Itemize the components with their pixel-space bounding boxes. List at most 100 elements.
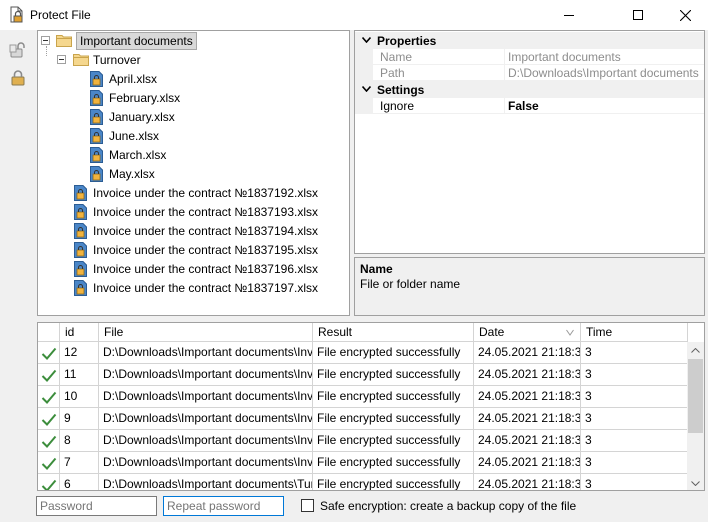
header-cell-check <box>38 323 60 342</box>
property-category[interactable]: Settings <box>355 81 704 98</box>
decrypt-button[interactable] <box>8 40 28 60</box>
tree-node-file[interactable]: March.xlsx <box>90 145 166 164</box>
maximize-icon <box>633 10 643 20</box>
grid-scrollbar[interactable] <box>687 342 704 490</box>
column-header-label: Time <box>586 325 613 339</box>
cell-date: 24.05.2021 21:18:32 <box>474 342 581 364</box>
cell-id: 8 <box>60 430 99 452</box>
results-grid[interactable]: id File Result Date Time 12 D:\Downloads\Impo… <box>37 322 705 491</box>
cell-date: 24.05.2021 21:18:32 <box>474 386 581 408</box>
column-header-label: Date <box>479 325 505 339</box>
chevron-down-icon <box>691 481 700 486</box>
tree-node-turnover[interactable]: Turnover <box>73 50 141 69</box>
cell-date: 24.05.2021 21:18:32 <box>474 408 581 430</box>
cell-id: 9 <box>60 408 99 430</box>
cell-file: D:\Downloads\Important documents\Tur... <box>99 474 313 490</box>
tree-node-file[interactable]: June.xlsx <box>90 126 159 145</box>
description-title: Name <box>360 262 393 276</box>
table-row[interactable]: 9 D:\Downloads\Important documents\Inv...… <box>38 408 688 430</box>
tree-node-file[interactable]: Invoice under the contract №1837192.xlsx <box>74 183 318 202</box>
table-row[interactable]: 10 D:\Downloads\Important documents\Inv..… <box>38 386 688 408</box>
property-row[interactable]: Name Important documents <box>355 49 704 65</box>
cell-time: 3 <box>581 452 688 474</box>
scroll-down-button[interactable] <box>687 475 704 490</box>
property-grid[interactable]: Properties Name Important documents Path D:\… <box>354 30 705 254</box>
scroll-up-button[interactable] <box>687 342 704 359</box>
tree-node-file[interactable]: April.xlsx <box>90 69 157 88</box>
tree-node-file[interactable]: February.xlsx <box>90 88 180 107</box>
title-bar: Protect File <box>0 0 708 30</box>
lock-file-icon <box>8 6 26 24</box>
property-row[interactable]: Path D:\Downloads\Important documents <box>355 65 704 81</box>
window-title: Protect File <box>30 8 91 22</box>
tree-node-label: Invoice under the contract №1837194.xlsx <box>93 223 319 238</box>
column-header-id[interactable]: id <box>60 323 99 342</box>
repeat-password-input[interactable] <box>163 496 284 516</box>
table-row[interactable]: 8 D:\Downloads\Important documents\Inv...… <box>38 430 688 452</box>
property-category[interactable]: Properties <box>355 32 704 49</box>
cell-time: 3 <box>581 474 688 490</box>
tree-node-label: Invoice under the contract №1837197.xlsx <box>93 280 319 295</box>
table-row[interactable]: 12 D:\Downloads\Important documents\Inv..… <box>38 342 688 364</box>
property-value: Important documents <box>508 50 621 64</box>
tree-node-file[interactable]: Invoice under the contract №1837193.xlsx <box>74 202 318 221</box>
tree-node-label: June.xlsx <box>109 128 160 143</box>
close-icon <box>679 9 691 21</box>
cell-result: File encrypted successfully <box>313 364 474 386</box>
encrypted-file-icon <box>90 127 103 144</box>
column-header-time[interactable]: Time <box>581 323 688 342</box>
column-header-label: File <box>104 325 124 339</box>
lock-icon <box>11 70 25 86</box>
property-name: Ignore <box>380 99 415 113</box>
column-header-file[interactable]: File <box>99 323 313 342</box>
encrypted-file-icon <box>90 89 103 106</box>
encrypt-button[interactable] <box>8 68 28 88</box>
tree-node-label: May.xlsx <box>109 166 155 181</box>
property-value[interactable]: False <box>508 99 704 113</box>
chevron-down-icon[interactable] <box>355 84 377 95</box>
cell-file: D:\Downloads\Important documents\Inv... <box>99 408 313 430</box>
tree-node-label: Turnover <box>93 52 141 67</box>
property-gutter <box>355 65 373 81</box>
open-lock-icon <box>9 42 25 58</box>
cell-date: 24.05.2021 21:18:32 <box>474 452 581 474</box>
close-button[interactable] <box>662 0 708 30</box>
collapse-turnover-toggle[interactable] <box>57 55 66 64</box>
table-row[interactable]: 11 D:\Downloads\Important documents\Inv..… <box>38 364 688 386</box>
tree-node-file[interactable]: Invoice under the contract №1837197.xlsx <box>74 278 318 297</box>
tree-node-root[interactable]: Important documents <box>56 31 197 50</box>
encrypted-file-icon <box>74 184 87 201</box>
minimize-button[interactable] <box>546 0 592 30</box>
property-row[interactable]: Ignore False <box>355 98 704 114</box>
collapse-root-toggle[interactable] <box>41 36 50 45</box>
maximize-button[interactable] <box>615 0 661 30</box>
column-header-label: id <box>65 325 75 339</box>
password-input[interactable] <box>36 496 157 516</box>
cell-file: D:\Downloads\Important documents\Inv... <box>99 342 313 364</box>
tree-node-file[interactable]: Invoice under the contract №1837195.xlsx <box>74 240 318 259</box>
property-name: Name <box>380 50 413 64</box>
cell-result: File encrypted successfully <box>313 386 474 408</box>
column-header-result[interactable]: Result <box>313 323 474 342</box>
safe-encryption-checkbox[interactable] <box>301 499 314 512</box>
success-check-icon <box>38 474 60 490</box>
cell-date: 24.05.2021 21:18:32 <box>474 430 581 452</box>
column-header-date[interactable]: Date <box>474 323 581 342</box>
property-gutter <box>355 98 373 114</box>
tree-node-file[interactable]: May.xlsx <box>90 164 155 183</box>
chevron-down-icon[interactable] <box>355 35 377 46</box>
tree-connector <box>46 46 47 56</box>
table-row[interactable]: 7 D:\Downloads\Important documents\Inv...… <box>38 452 688 474</box>
safe-encryption-label[interactable]: Safe encryption: create a backup copy of… <box>320 499 576 513</box>
tree-node-file[interactable]: Invoice under the contract №1837194.xlsx <box>74 221 318 240</box>
tree-node-file[interactable]: Invoice under the contract №1837196.xlsx <box>74 259 318 278</box>
scroll-thumb[interactable] <box>688 359 703 433</box>
file-tree[interactable]: Important documents Turnover April.xlsx Feb… <box>37 30 350 316</box>
tree-node-file[interactable]: January.xlsx <box>90 107 175 126</box>
category-label: Settings <box>377 82 425 97</box>
cell-date: 24.05.2021 21:18:32 <box>474 474 581 490</box>
table-row[interactable]: 6 D:\Downloads\Important documents\Tur...… <box>38 474 688 490</box>
cell-time: 3 <box>581 364 688 386</box>
tree-node-label: January.xlsx <box>109 109 175 124</box>
encrypted-file-icon <box>90 70 103 87</box>
